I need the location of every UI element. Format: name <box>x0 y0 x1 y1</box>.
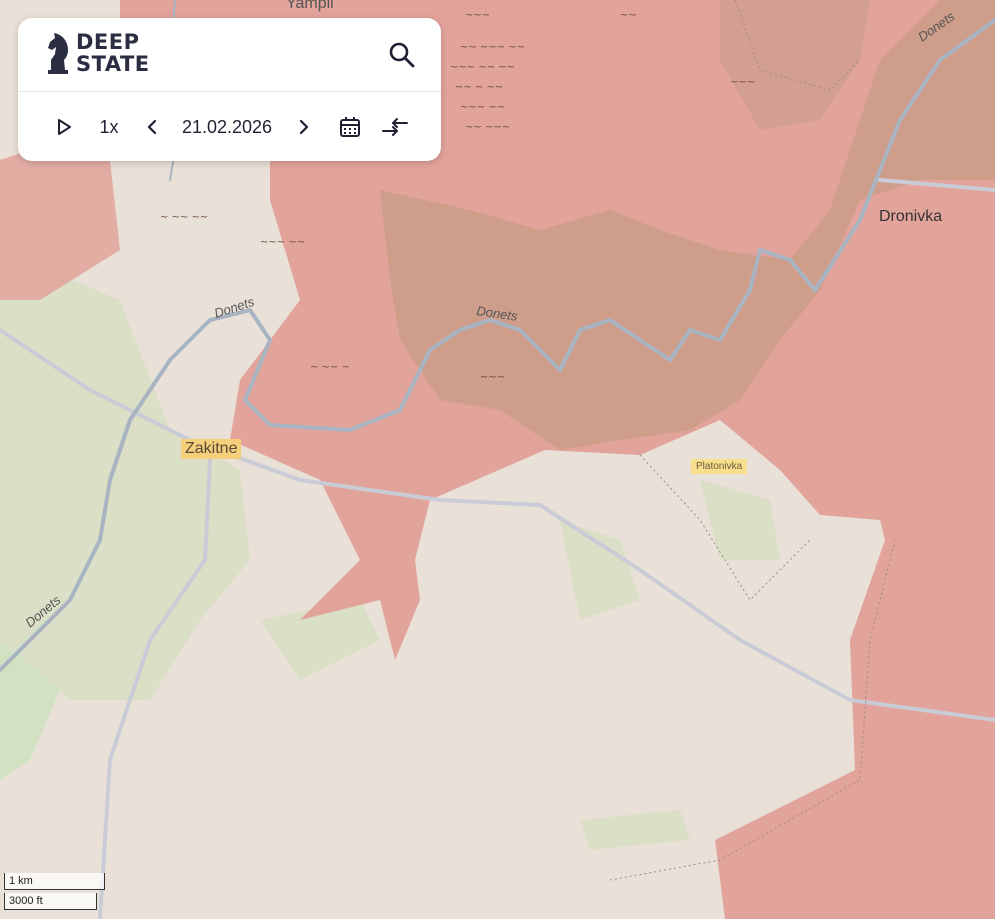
svg-text:~~~ ~~ ~~: ~~~ ~~ ~~ <box>450 62 515 73</box>
compare-arrows-icon <box>382 118 408 136</box>
brand-name-line1: DEEP <box>76 30 140 54</box>
place-dronivka: Dronivka <box>879 208 942 225</box>
speed-button[interactable]: 1x <box>94 114 124 140</box>
svg-text:~~ ~~~: ~~ ~~~ <box>465 122 510 133</box>
search-button[interactable] <box>387 40 417 70</box>
next-date-button[interactable] <box>294 114 314 140</box>
scale-metric: 1 km <box>4 873 105 890</box>
scale-imperial: 3000 ft <box>4 893 97 910</box>
svg-text:~ ~~ ~~: ~ ~~ ~~ <box>160 212 208 223</box>
brand-name-line2: STATE <box>76 52 150 76</box>
svg-text:~~~ ~~: ~~~ ~~ <box>460 102 505 113</box>
prev-date-button[interactable] <box>142 114 162 140</box>
timeline-controls: 1x 21.02.2026 <box>54 114 414 140</box>
compare-button[interactable] <box>380 114 410 140</box>
svg-text:~~: ~~ <box>620 10 637 21</box>
panel-divider <box>18 91 441 92</box>
play-button[interactable] <box>54 114 74 140</box>
search-icon <box>389 42 415 68</box>
svg-text:~~~: ~~~ <box>480 372 505 383</box>
place-zakitne[interactable]: Zakitne <box>181 439 242 459</box>
calendar-icon <box>340 117 360 137</box>
chevron-left-icon <box>147 119 157 135</box>
svg-text:~~~ ~~: ~~~ ~~ <box>260 237 305 248</box>
chevron-right-icon <box>299 119 309 135</box>
calendar-button[interactable] <box>338 114 362 140</box>
svg-text:~~ ~ ~~: ~~ ~ ~~ <box>455 82 503 93</box>
brand-logo[interactable]: DEEP STATE <box>46 30 150 76</box>
svg-text:~~ ~~~ ~~: ~~ ~~~ ~~ <box>460 42 525 53</box>
control-panel: DEEP STATE 1x 21.02.2026 <box>18 18 441 161</box>
knight-chess-logo-icon <box>48 33 68 74</box>
svg-text:~~~: ~~~ <box>465 10 490 21</box>
play-icon <box>58 119 71 135</box>
svg-text:~ ~~ ~: ~ ~~ ~ <box>310 362 350 373</box>
place-yampil: Yampil <box>286 0 334 12</box>
svg-text:~~~: ~~~ <box>730 77 755 88</box>
place-platonivka[interactable]: Platonivka <box>691 459 748 474</box>
current-date[interactable]: 21.02.2026 <box>172 114 282 140</box>
